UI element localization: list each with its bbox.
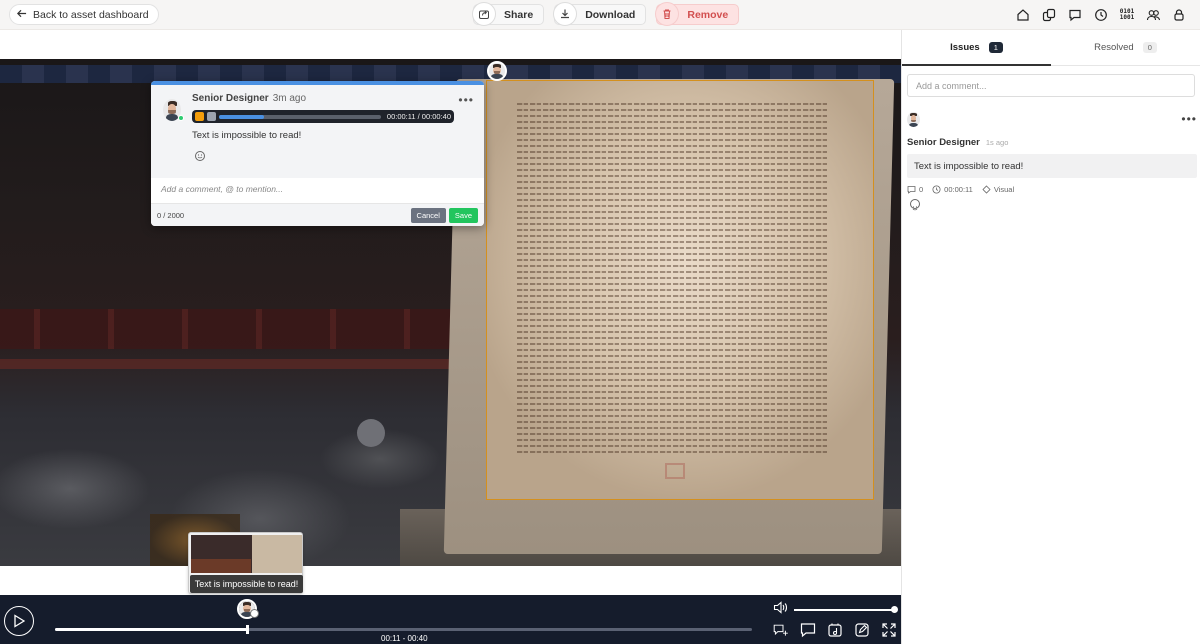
- avatar: [489, 63, 505, 79]
- reply-icon: [907, 186, 916, 194]
- trash-icon: [655, 1, 680, 26]
- download-button[interactable]: Download: [553, 1, 647, 26]
- back-label: Back to asset dashboard: [33, 8, 149, 21]
- top-bar: Back to asset dashboard Share Download R…: [0, 0, 1200, 30]
- issue-timestamp[interactable]: 00:00:11: [932, 185, 973, 194]
- annotation-avatar-marker[interactable]: [487, 61, 507, 81]
- popup-comment-thread: Senior Designer 3m ago ••• 00:00:11 / 00:…: [151, 85, 484, 178]
- share-label: Share: [504, 8, 534, 21]
- timeline-played: [55, 628, 247, 631]
- playhead[interactable]: [246, 625, 249, 634]
- team-icon[interactable]: [1144, 6, 1162, 24]
- comment-author: Senior Designer: [192, 93, 269, 104]
- save-button[interactable]: Save: [448, 207, 478, 223]
- remove-label: Remove: [687, 8, 729, 21]
- issue-timestamp-value: 00:00:11: [944, 185, 973, 194]
- back-to-dashboard-button[interactable]: Back to asset dashboard: [9, 4, 159, 25]
- remove-button[interactable]: Remove: [655, 1, 740, 26]
- play-icon: [14, 614, 25, 628]
- lock-icon[interactable]: [1170, 6, 1188, 24]
- audio-time: 00:00:11 / 00:00:40: [386, 112, 451, 121]
- issue-emoji-icon[interactable]: [910, 199, 920, 211]
- download-label: Download: [585, 8, 636, 21]
- tab-issues-label: Issues: [950, 42, 980, 53]
- volume-knob[interactable]: [890, 606, 898, 613]
- manuscript-text-texture: [517, 103, 829, 453]
- popup-footer: 0 / 2000 Cancel Save: [151, 204, 484, 226]
- frame-red-pattern: [0, 309, 490, 349]
- add-comment-icon[interactable]: [773, 622, 789, 638]
- binary-icon[interactable]: 0101 1001: [1118, 6, 1136, 24]
- binary-icon-text: 0101 1001: [1119, 8, 1135, 21]
- arrow-left-icon: [16, 8, 27, 22]
- audio-note-icon[interactable]: [827, 622, 843, 638]
- char-count: 0 / 2000: [157, 210, 185, 220]
- video-player-controls: 00:11 - 00:40: [0, 595, 901, 644]
- timeline-hover-preview: Text is impossible to read!: [188, 532, 303, 594]
- clock-icon[interactable]: [1092, 6, 1110, 24]
- issue-item[interactable]: ••• Senior Designer 1s ago Text is imposs…: [907, 112, 1197, 211]
- fullscreen-icon[interactable]: [881, 622, 897, 638]
- frame-moon-ornament: [357, 419, 385, 447]
- audio-progress-fill: [219, 114, 265, 119]
- play-audio-icon[interactable]: [195, 112, 204, 121]
- issue-meta: 0 00:00:11 Visual: [907, 185, 1197, 194]
- share-button[interactable]: Share: [472, 1, 545, 26]
- timeline-scrubber[interactable]: [55, 599, 752, 634]
- download-icon: [553, 1, 578, 26]
- issue-type: Visual: [982, 185, 1014, 194]
- volume-control: [773, 601, 898, 619]
- emoji-icon[interactable]: [195, 151, 205, 161]
- online-status-dot: [178, 115, 184, 121]
- draw-icon[interactable]: [854, 622, 870, 638]
- player-tool-icons: [773, 622, 897, 638]
- issue-author: Senior Designer: [907, 137, 980, 148]
- issue-reply-count: 0: [919, 185, 924, 194]
- more-options-icon[interactable]: •••: [458, 93, 474, 107]
- tab-resolved-label: Resolved: [1094, 42, 1134, 53]
- tab-issues-count: 1: [988, 42, 1003, 53]
- tab-resolved-count: 0: [1142, 42, 1157, 53]
- share-icon: [472, 1, 496, 26]
- comment-time: 3m ago: [272, 93, 307, 104]
- playback-time: 00:11 - 00:40: [381, 634, 428, 643]
- preview-tooltip: Text is impossible to read!: [190, 575, 303, 593]
- comment-popup: Senior Designer 3m ago ••• 00:00:11 / 00:…: [151, 81, 484, 226]
- play-button[interactable]: [4, 606, 34, 636]
- comments-icon[interactable]: [1066, 6, 1084, 24]
- audio-player[interactable]: 00:00:11 / 00:00:40: [192, 110, 454, 123]
- issues-panel: Issues 1 Resolved 0 Add a comment... •••…: [901, 30, 1200, 644]
- frame-red-trim: [0, 359, 490, 369]
- tab-resolved[interactable]: Resolved 0: [1051, 30, 1200, 65]
- add-comment-input[interactable]: Add a comment...: [907, 74, 1195, 97]
- issue-tabs: Issues 1 Resolved 0: [902, 30, 1200, 66]
- issue-text: Text is impossible to read!: [907, 154, 1197, 178]
- versions-icon[interactable]: [1040, 6, 1058, 24]
- annotation-region[interactable]: [486, 80, 874, 500]
- preview-thumbnail: [191, 535, 302, 573]
- manuscript-seal: [665, 463, 685, 479]
- issue-more-options-icon[interactable]: •••: [1181, 112, 1197, 126]
- issue-replies[interactable]: 0: [907, 185, 923, 194]
- reply-input[interactable]: Add a comment, @ to mention...: [151, 178, 484, 204]
- loop-audio-icon[interactable]: [207, 112, 216, 121]
- volume-icon[interactable]: [773, 601, 788, 619]
- tab-issues[interactable]: Issues 1: [902, 30, 1051, 66]
- issue-type-label: Visual: [993, 185, 1015, 194]
- toolbar-icons: 0101 1001: [1014, 6, 1188, 24]
- visual-icon: [982, 185, 991, 194]
- audio-progress[interactable]: [219, 114, 381, 119]
- comment-icon[interactable]: [800, 622, 816, 638]
- avatar: [907, 112, 920, 127]
- marker-count-badge: [250, 609, 259, 618]
- cancel-button[interactable]: Cancel: [410, 207, 446, 223]
- issue-time: 1s ago: [985, 138, 1009, 147]
- volume-slider[interactable]: [794, 606, 898, 613]
- comment-text: Text is impossible to read!: [192, 130, 302, 141]
- home-icon[interactable]: [1014, 6, 1032, 24]
- asset-actions: Share Download Remove: [472, 1, 740, 26]
- clock-icon: [932, 185, 941, 194]
